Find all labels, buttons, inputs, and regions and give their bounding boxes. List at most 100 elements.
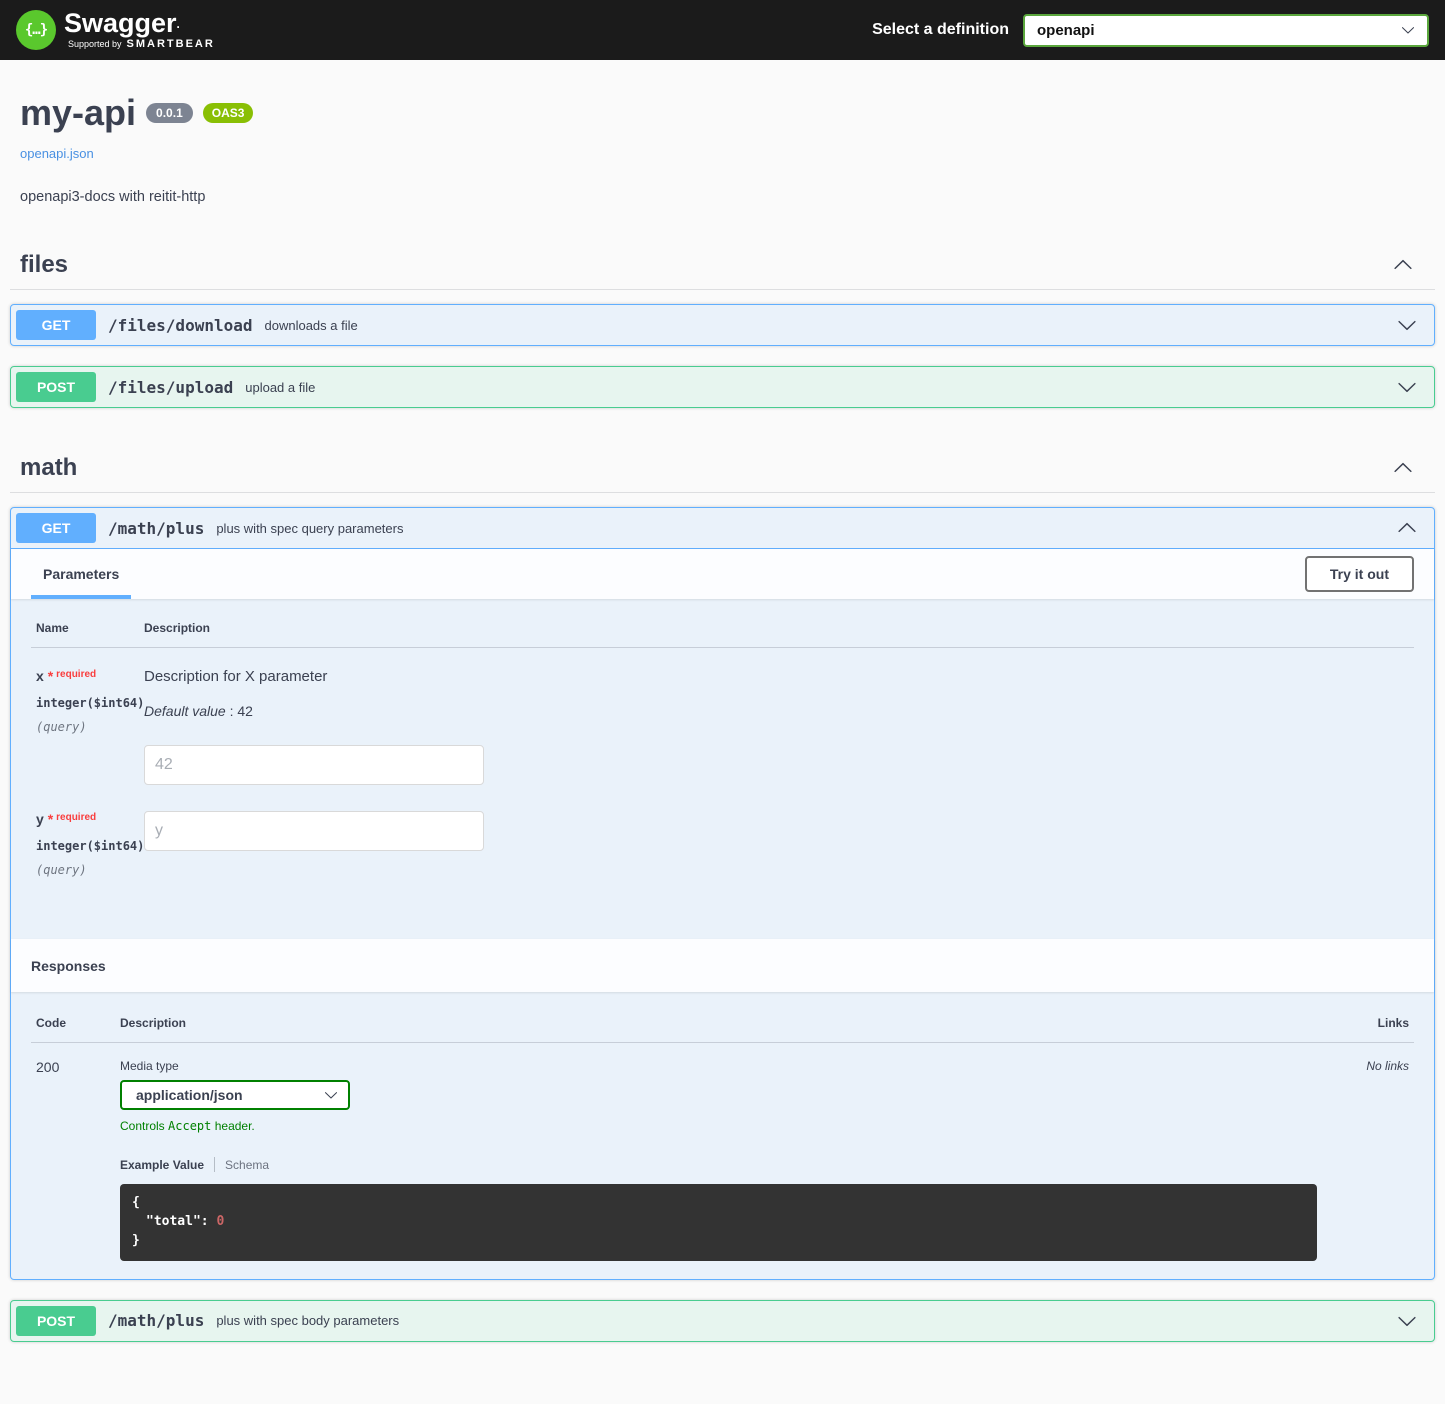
operation-summary: plus with spec body parameters xyxy=(214,1313,399,1328)
media-type-select[interactable]: application/json xyxy=(120,1080,350,1110)
response-links-value: No links xyxy=(1317,1059,1409,1261)
brand-trademark-dot: . xyxy=(177,17,180,31)
chevron-up-icon xyxy=(1393,255,1413,275)
opblock-get-math-plus: GET /math/plus plus with spec query para… xyxy=(10,507,1435,1280)
spec-url-link[interactable]: openapi.json xyxy=(20,146,94,161)
parameter-description-cell: Description for X parameter Default valu… xyxy=(144,668,1414,785)
parameter-description-cell xyxy=(144,811,1414,877)
parameter-type: integer($int64) xyxy=(36,696,144,710)
operation-path[interactable]: /files/upload xyxy=(96,378,243,397)
tag-title-files: files xyxy=(20,251,68,279)
collapse-tag-files-button[interactable] xyxy=(1381,251,1425,279)
media-type-value: application/json xyxy=(136,1087,243,1103)
parameter-name-cell: y *required integer($int64) (query) xyxy=(36,811,144,877)
tag-section-files: files GET /files/download downloads a fi… xyxy=(10,245,1435,408)
chevron-down-icon xyxy=(324,1088,338,1102)
swagger-ui-main: my-api 0.0.1 OAS3 openapi.json openapi3-… xyxy=(0,60,1445,1372)
opblock-post-files-upload: POST /files/upload upload a file xyxy=(10,366,1435,408)
default-value-label: Default value xyxy=(144,703,226,719)
api-description: openapi3-docs with reitit-http xyxy=(20,189,1425,205)
code-line: { xyxy=(132,1194,1305,1213)
parameter-y-input[interactable] xyxy=(144,811,484,851)
response-row-200: 200 Media type application/json Controls… xyxy=(31,1043,1414,1261)
collapse-operation-button[interactable] xyxy=(1385,514,1429,542)
opblock-summary-post-math-plus[interactable]: POST /math/plus plus with spec body para… xyxy=(11,1301,1434,1341)
expand-operation-button[interactable] xyxy=(1385,311,1429,339)
api-title: my-api xyxy=(20,92,136,134)
opblock-summary-get-math-plus[interactable]: GET /math/plus plus with spec query para… xyxy=(11,508,1434,549)
description-column-header: Description xyxy=(144,621,1414,635)
opblock-post-math-plus: POST /math/plus plus with spec body para… xyxy=(10,1300,1435,1342)
parameter-name: y *required xyxy=(36,811,144,827)
swagger-logo-icon: {…} xyxy=(16,10,56,50)
operation-body: Parameters Try it out Name Description x xyxy=(11,549,1434,1279)
opblock-get-files-download: GET /files/download downloads a file xyxy=(10,304,1435,346)
oas3-badge: OAS3 xyxy=(203,103,254,123)
tag-header-files[interactable]: files xyxy=(10,245,1435,290)
page-title: my-api 0.0.1 OAS3 xyxy=(20,92,1425,134)
chevron-down-icon xyxy=(1397,377,1417,397)
expand-operation-button[interactable] xyxy=(1385,373,1429,401)
response-description-cell: Media type application/json Controls Acc… xyxy=(120,1059,1317,1261)
tag-section-math: math GET /math/plus plus with spec query… xyxy=(10,448,1435,1342)
model-example-tabs: Example Value Schema xyxy=(120,1157,1317,1172)
parameter-name: x *required xyxy=(36,668,144,684)
brand-name: Swagger. xyxy=(64,10,215,37)
required-label: required xyxy=(56,812,96,823)
required-asterisk: * xyxy=(48,811,53,827)
version-badge: 0.0.1 xyxy=(146,103,193,123)
chevron-down-icon xyxy=(1397,1311,1417,1331)
parameters-table-header: Name Description xyxy=(31,621,1414,648)
parameter-location: (query) xyxy=(36,863,144,877)
responses-section-header: Responses xyxy=(11,939,1434,992)
supported-by-label: Supported by xyxy=(68,40,122,49)
method-badge-get: GET xyxy=(16,310,96,340)
tab-parameters[interactable]: Parameters xyxy=(31,549,131,599)
parameter-row-x: x *required integer($int64) (query) Desc… xyxy=(31,648,1414,785)
brand-text: Swagger. Supported by SMARTBEAR xyxy=(64,10,215,50)
definition-select[interactable]: openapi xyxy=(1023,14,1429,47)
collapse-tag-math-button[interactable] xyxy=(1381,454,1425,482)
operation-path[interactable]: /files/download xyxy=(96,316,263,335)
parameter-x-input[interactable] xyxy=(144,745,484,785)
code-number: 0 xyxy=(216,1214,224,1229)
default-value: : 42 xyxy=(230,703,253,719)
tag-header-math[interactable]: math xyxy=(10,448,1435,493)
operation-path[interactable]: /math/plus xyxy=(96,519,214,538)
operation-summary: downloads a file xyxy=(263,318,358,333)
parameters-section-header: Parameters Try it out xyxy=(11,549,1434,599)
chevron-down-icon xyxy=(1397,315,1417,335)
method-badge-post: POST xyxy=(16,372,96,402)
expand-operation-button[interactable] xyxy=(1385,1307,1429,1335)
swagger-brand-link[interactable]: {…} Swagger. Supported by SMARTBEAR xyxy=(16,10,215,50)
tab-example-value[interactable]: Example Value xyxy=(120,1158,204,1172)
opblock-summary-get-files-download[interactable]: GET /files/download downloads a file xyxy=(11,305,1434,345)
api-info: my-api 0.0.1 OAS3 openapi.json openapi3-… xyxy=(10,60,1435,205)
parameter-row-y: y *required integer($int64) (query) xyxy=(31,785,1414,877)
smartbear-logo-text: SMARTBEAR xyxy=(127,39,215,50)
parameter-default: Default value : 42 xyxy=(144,703,1414,719)
links-column-header: Links xyxy=(1317,1016,1409,1030)
operation-path[interactable]: /math/plus xyxy=(96,1311,214,1330)
media-type-label: Media type xyxy=(120,1059,1317,1073)
tab-divider xyxy=(214,1157,215,1172)
response-code: 200 xyxy=(36,1059,120,1261)
method-badge-get: GET xyxy=(16,513,96,543)
accept-header-note: Controls Accept header. xyxy=(120,1119,1317,1133)
parameter-location: (query) xyxy=(36,720,144,734)
chevron-down-icon xyxy=(1401,23,1415,37)
chevron-up-icon xyxy=(1397,518,1417,538)
responses-title: Responses xyxy=(31,958,106,974)
tab-schema[interactable]: Schema xyxy=(225,1158,269,1172)
brand-subtitle: Supported by SMARTBEAR xyxy=(68,39,215,50)
tag-title-math: math xyxy=(20,454,77,482)
select-definition-label: Select a definition xyxy=(872,21,1009,39)
opblock-summary-post-files-upload[interactable]: POST /files/upload upload a file xyxy=(11,367,1434,407)
description-column-header: Description xyxy=(120,1016,1317,1030)
selected-definition-value: openapi xyxy=(1037,22,1095,39)
parameters-container: Name Description x *required integer($in… xyxy=(11,599,1434,939)
required-label: required xyxy=(56,669,96,680)
try-it-out-button[interactable]: Try it out xyxy=(1305,556,1414,592)
parameter-description: Description for X parameter xyxy=(144,668,1414,685)
responses-container: Code Description Links 200 Media type ap… xyxy=(11,992,1434,1279)
